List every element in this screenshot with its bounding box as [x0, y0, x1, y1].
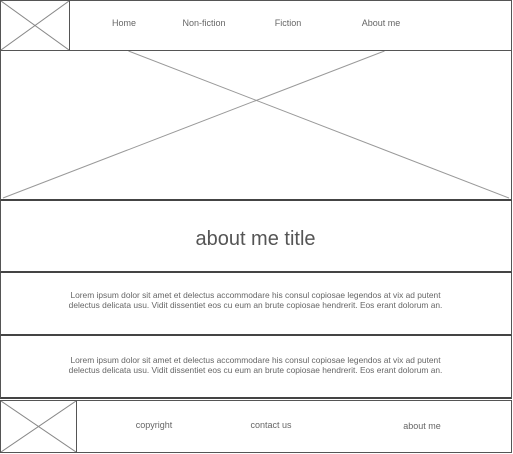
paragraph-2: Lorem ipsum dolor sit amet et delectus a… — [0, 355, 511, 375]
paragraph-1-line-2: delectus delicata usu. Vidit dissentiet … — [68, 300, 443, 310]
footer-contact-us-link[interactable]: contact us — [250, 420, 291, 430]
header — [0, 0, 512, 51]
paragraph-2-line-2: delectus delicata usu. Vidit dissentiet … — [68, 365, 443, 375]
footer-about-me-link[interactable]: about me — [403, 421, 441, 431]
nav-about-me-link[interactable]: About me — [362, 18, 401, 28]
page-title: about me title — [195, 228, 316, 250]
footer-logo-placeholder-icon[interactable] — [1, 401, 77, 452]
paragraph-2-line-1: Lorem ipsum dolor sit amet et delectus a… — [70, 355, 441, 365]
logo-placeholder-icon[interactable] — [1, 1, 70, 50]
nav-nonfiction-link[interactable]: Non-fiction — [182, 18, 225, 28]
nav-fiction-link[interactable]: Fiction — [275, 18, 302, 28]
nav-home-link[interactable]: Home — [112, 18, 136, 28]
paragraph-1: Lorem ipsum dolor sit amet et delectus a… — [0, 290, 511, 310]
hero-image-placeholder-icon — [0, 51, 512, 201]
paragraph-1-line-1: Lorem ipsum dolor sit amet et delectus a… — [70, 290, 441, 300]
footer-copyright-link[interactable]: copyright — [136, 420, 173, 430]
